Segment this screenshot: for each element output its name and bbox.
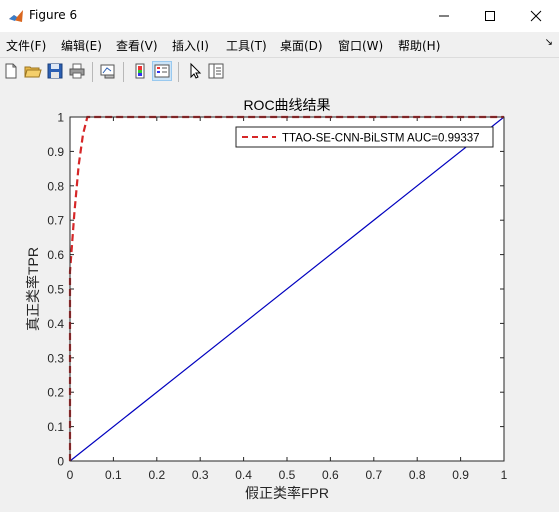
link-plot-icon[interactable] — [99, 62, 117, 80]
property-inspector-icon[interactable] — [207, 62, 225, 80]
minimize-button[interactable] — [421, 0, 467, 32]
y-tick-label: 0.6 — [47, 248, 64, 262]
figure-area: 0 0.1 0.2 0.3 0.4 0.5 0.6 0.7 0.8 0.9 1 0 0.1 0.2 0.3 0… — [0, 86, 559, 508]
x-tick-label: 0 — [67, 468, 74, 482]
edit-plot-icon[interactable] — [186, 62, 204, 80]
x-tick-label: 0.4 — [235, 468, 252, 482]
x-tick-label: 0.2 — [148, 468, 165, 482]
new-figure-icon[interactable] — [2, 62, 20, 80]
menu-desktop[interactable]: 桌面(D) — [280, 37, 323, 54]
y-tick-label: 0.9 — [47, 145, 64, 159]
minimize-icon — [439, 15, 449, 17]
x-tick-label: 0.3 — [192, 468, 209, 482]
menu-bar: 文件(F) 编辑(E) 查看(V) 插入(I) 工具(T) 桌面(D) 窗口(W… — [0, 32, 559, 56]
y-tick-label: 0 — [57, 455, 64, 469]
x-tick-label: 0.5 — [279, 468, 296, 482]
maximize-icon — [485, 11, 495, 21]
menu-edit[interactable]: 编辑(E) — [61, 37, 102, 54]
x-tick-label: 0.7 — [365, 468, 382, 482]
chart-title: ROC曲线结果 — [243, 97, 330, 113]
x-tick-label: 1 — [501, 468, 508, 482]
menu-tools[interactable]: 工具(T) — [226, 37, 267, 54]
legend-label: TTAO-SE-CNN-BiLSTM AUC=0.99337 — [282, 133, 480, 145]
insert-colorbar-icon[interactable] — [131, 62, 149, 80]
matlab-figure-icon — [9, 10, 23, 22]
menu-overflow-icon[interactable]: ↘ — [545, 37, 553, 48]
toolbar-separator — [92, 62, 93, 82]
toolbar-separator — [123, 62, 124, 82]
toolbar-separator — [178, 62, 179, 82]
menu-file[interactable]: 文件(F) — [6, 37, 46, 54]
roc-chart[interactable]: 0 0.1 0.2 0.3 0.4 0.5 0.6 0.7 0.8 0.9 1 0 0.1 0.2 0.3 0… — [0, 86, 559, 508]
y-tick-label: 0.2 — [47, 386, 64, 400]
y-tick-label: 0.4 — [47, 317, 64, 331]
y-tick-label: 0.7 — [47, 214, 64, 228]
maximize-button[interactable] — [467, 0, 513, 32]
close-icon — [530, 10, 542, 22]
menu-window[interactable]: 窗口(W) — [338, 37, 383, 54]
y-tick-label: 0.1 — [47, 420, 64, 434]
save-icon[interactable] — [46, 62, 64, 80]
menu-view[interactable]: 查看(V) — [116, 37, 158, 54]
open-file-icon[interactable] — [24, 62, 42, 80]
x-axis-label: 假正类率FPR — [245, 485, 329, 501]
legend[interactable]: TTAO-SE-CNN-BiLSTM AUC=0.99337 — [235, 126, 494, 148]
y-tick-label: 0.5 — [47, 283, 64, 297]
x-tick-label: 0.8 — [409, 468, 426, 482]
window-titlebar: Figure 6 — [0, 0, 559, 32]
menu-insert[interactable]: 插入(I) — [172, 37, 209, 54]
y-tick-label: 0.8 — [47, 179, 64, 193]
figure-toolbar — [0, 57, 559, 87]
x-tick-label: 0.9 — [452, 468, 469, 482]
close-button[interactable] — [513, 0, 559, 32]
y-axis-label: 真正类率TPR — [25, 247, 41, 331]
x-tick-label: 0.6 — [322, 468, 339, 482]
insert-legend-icon[interactable] — [152, 61, 172, 81]
x-tick-label: 0.1 — [105, 468, 122, 482]
y-tick-label: 1 — [57, 111, 64, 125]
window-title: Figure 6 — [29, 8, 78, 22]
print-icon[interactable] — [68, 62, 86, 80]
menu-help[interactable]: 帮助(H) — [398, 37, 440, 54]
y-tick-label: 0.3 — [47, 351, 64, 365]
